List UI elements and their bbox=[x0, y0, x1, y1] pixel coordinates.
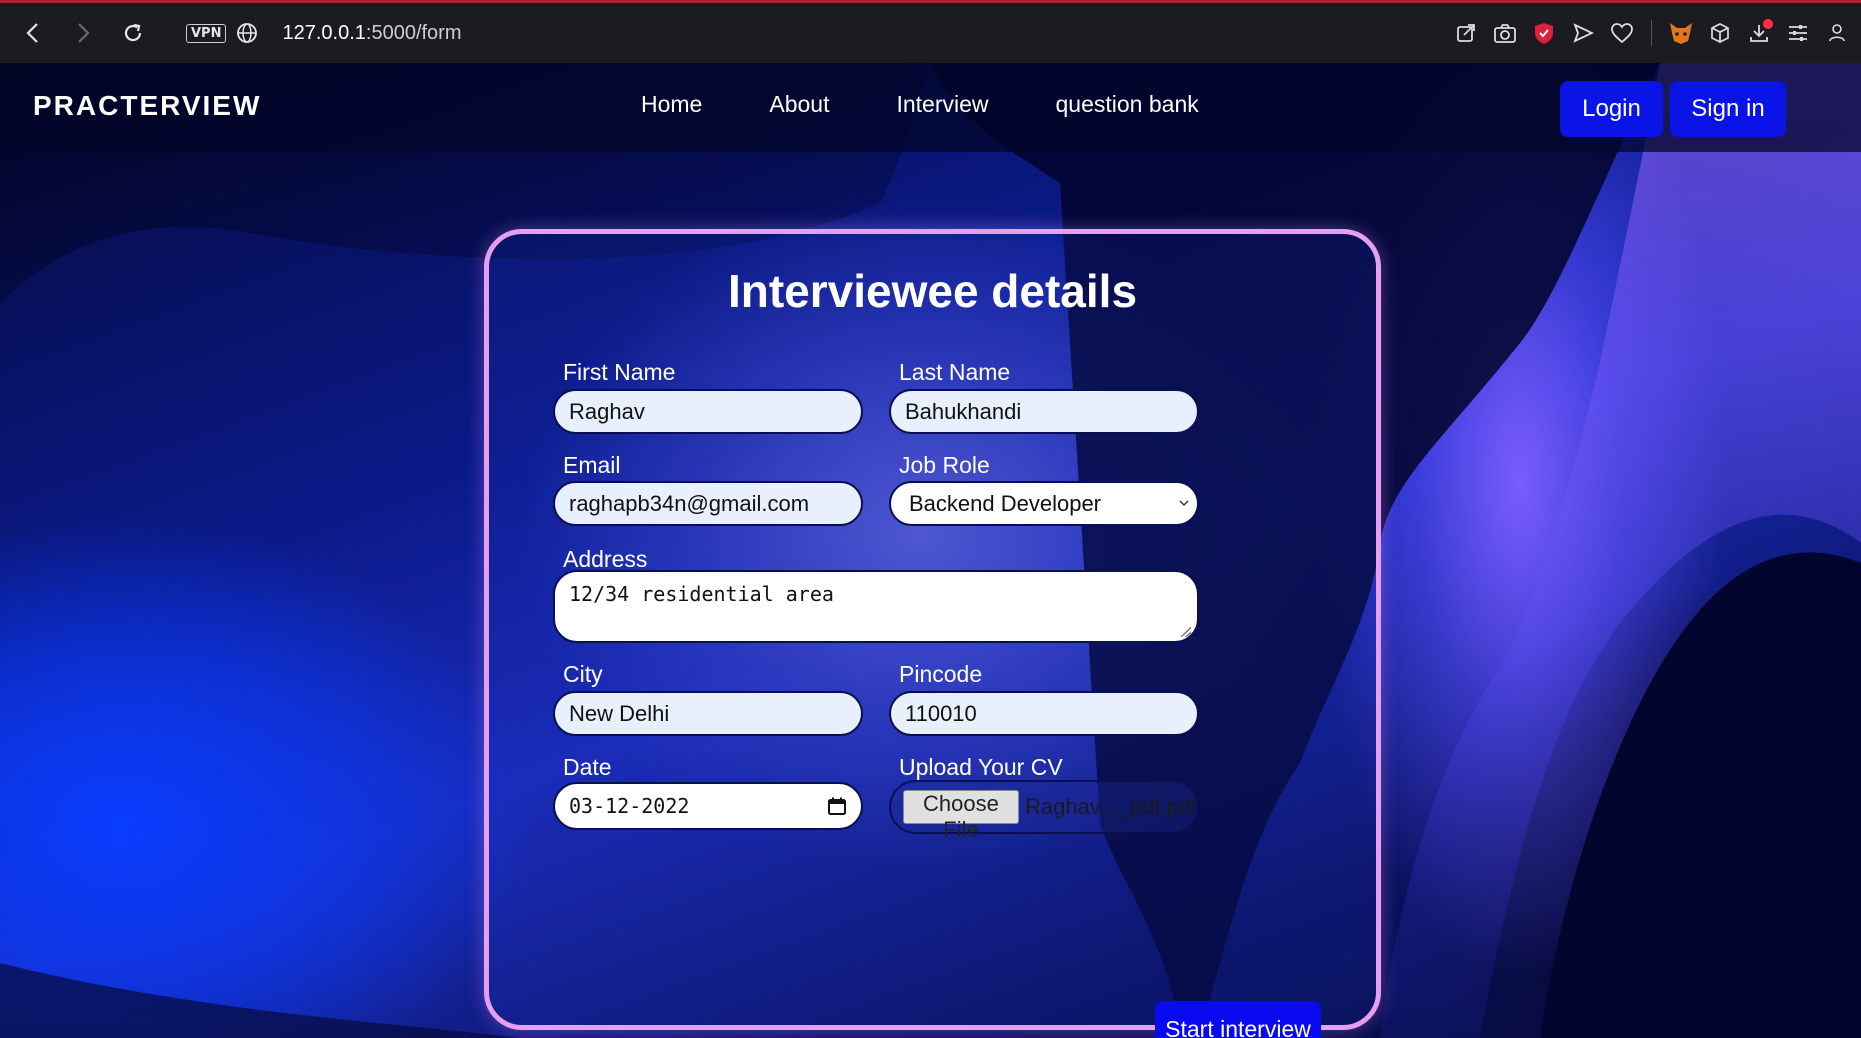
globe-icon bbox=[234, 10, 260, 56]
send-icon[interactable] bbox=[1569, 19, 1597, 47]
notification-dot bbox=[1763, 19, 1773, 29]
interviewee-form-card: Interviewee details First Name Raghav La… bbox=[484, 229, 1381, 1038]
brand-logo[interactable]: PRACTERVIEW bbox=[33, 90, 261, 122]
settings-sliders-icon[interactable] bbox=[1784, 19, 1812, 47]
calendar-icon[interactable] bbox=[827, 796, 847, 821]
resize-grip-icon[interactable] bbox=[1181, 627, 1191, 637]
url-path: :5000/form bbox=[365, 21, 462, 44]
last-name-label: Last Name bbox=[899, 359, 1011, 385]
address-value: 12/34 residential area bbox=[569, 582, 834, 606]
shield-icon[interactable] bbox=[1530, 19, 1558, 47]
email-label: Email bbox=[563, 452, 621, 478]
city-input[interactable]: New Delhi bbox=[553, 691, 863, 736]
last-name-input[interactable]: Bahukhandi bbox=[889, 389, 1199, 434]
date-input[interactable]: 03-12-2022 bbox=[553, 782, 863, 830]
address-textarea[interactable]: 12/34 residential area bbox=[553, 570, 1199, 643]
reload-icon[interactable] bbox=[110, 10, 156, 56]
site-navbar: PRACTERVIEW Home About Interview questio… bbox=[0, 63, 1861, 152]
date-value: 03-12-2022 bbox=[569, 794, 690, 818]
nav-link-about[interactable]: About bbox=[769, 91, 829, 118]
share-icon[interactable] bbox=[1452, 19, 1480, 47]
nav-link-question-bank[interactable]: question bank bbox=[1056, 91, 1199, 118]
camera-icon[interactable] bbox=[1491, 19, 1519, 47]
start-interview-button[interactable]: Start interview bbox=[1155, 1001, 1321, 1038]
vpn-badge[interactable]: VPN bbox=[186, 23, 227, 43]
address-label: Address bbox=[563, 546, 648, 572]
form-title: Interviewee details bbox=[727, 265, 1138, 317]
date-label: Date bbox=[563, 754, 612, 780]
fox-extension-icon[interactable] bbox=[1667, 19, 1695, 47]
login-button[interactable]: Login bbox=[1560, 81, 1663, 137]
heart-icon[interactable] bbox=[1608, 19, 1636, 47]
city-label: City bbox=[563, 661, 603, 687]
address-bar[interactable]: 127.0.0.1:5000/form bbox=[282, 22, 461, 45]
first-name-input[interactable]: Raghav bbox=[553, 389, 863, 434]
job-role-selected: Backend Developer bbox=[909, 490, 1102, 516]
email-input[interactable]: raghapb34n@gmail.com bbox=[553, 481, 863, 526]
job-role-select[interactable]: Backend Developer bbox=[889, 481, 1199, 526]
job-role-label: Job Role bbox=[899, 452, 990, 478]
back-icon[interactable] bbox=[10, 10, 56, 56]
cv-label: Upload Your CV bbox=[899, 754, 1063, 780]
profile-icon[interactable] bbox=[1823, 19, 1851, 47]
nav-link-home[interactable]: Home bbox=[641, 91, 702, 118]
url-host: 127.0.0.1 bbox=[282, 21, 366, 44]
page-background: PRACTERVIEW Home About Interview questio… bbox=[0, 63, 1861, 1038]
download-icon[interactable] bbox=[1745, 19, 1773, 47]
chevron-down-icon bbox=[1179, 495, 1189, 511]
signin-button[interactable]: Sign in bbox=[1670, 81, 1786, 137]
cube-icon[interactable] bbox=[1706, 19, 1734, 47]
first-name-label: First Name bbox=[563, 359, 676, 385]
pincode-label: Pincode bbox=[899, 661, 983, 687]
cv-file-name: Raghav..._pdf.pdf bbox=[1024, 794, 1197, 819]
forward-icon[interactable] bbox=[60, 10, 106, 56]
toolbar-separator bbox=[1651, 20, 1652, 46]
choose-file-button[interactable]: Choose File bbox=[903, 790, 1019, 842]
browser-toolbar: VPN 127.0.0.1:5000/form bbox=[0, 0, 1861, 63]
pincode-input[interactable]: 110010 bbox=[889, 691, 1199, 736]
cv-file-input[interactable]: Choose File Raghav..._pdf.pdf bbox=[889, 780, 1199, 842]
nav-link-interview[interactable]: Interview bbox=[896, 91, 988, 118]
nav-links: Home About Interview question bank bbox=[641, 91, 1266, 118]
